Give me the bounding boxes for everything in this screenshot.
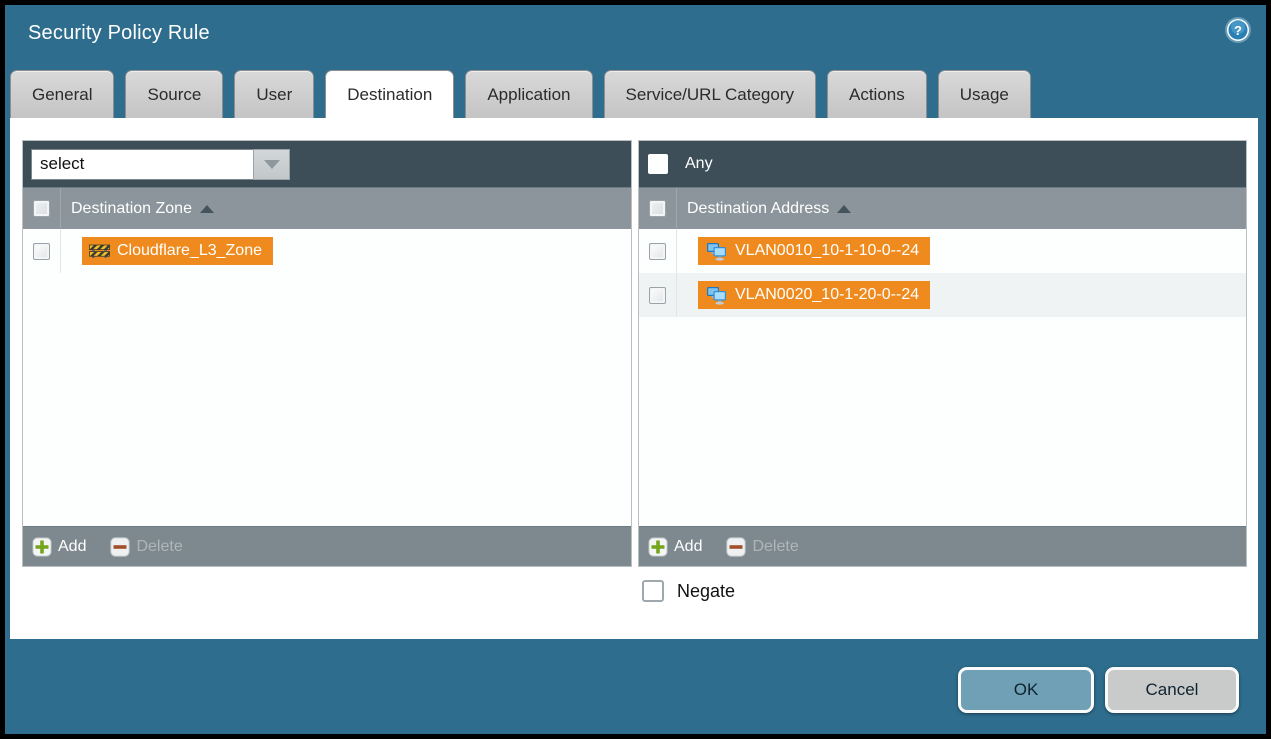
address-select-all-checkbox[interactable] [649, 200, 666, 217]
destination-zone-panel: Destination Zone [22, 140, 632, 567]
address-footer: Add Delete [639, 526, 1246, 566]
tab-general[interactable]: General [10, 70, 114, 118]
cancel-button[interactable]: Cancel [1105, 667, 1239, 713]
zone-item[interactable]: Cloudflare_L3_Zone [82, 237, 273, 265]
tab-usage[interactable]: Usage [938, 70, 1031, 118]
zone-footer: Add Delete [23, 526, 631, 566]
network-address-icon [705, 242, 728, 261]
delete-minus-icon [726, 537, 746, 557]
add-plus-icon [648, 537, 668, 557]
address-row-checkbox[interactable] [649, 287, 666, 304]
chevron-down-icon [264, 160, 280, 169]
add-plus-icon [32, 537, 52, 557]
zone-delete-button[interactable]: Delete [110, 537, 182, 557]
tab-actions[interactable]: Actions [827, 70, 927, 118]
negate-option: Negate [642, 580, 735, 602]
zone-item-label: Cloudflare_L3_Zone [117, 242, 262, 260]
tab-source[interactable]: Source [125, 70, 223, 118]
tab-application[interactable]: Application [465, 70, 592, 118]
destination-address-panel: Any Destination Address [638, 140, 1247, 567]
svg-text:?: ? [1234, 23, 1242, 38]
zone-select-input[interactable] [31, 149, 253, 180]
zone-column-title[interactable]: Destination Zone [71, 200, 214, 218]
zone-rows: Cloudflare_L3_Zone [23, 229, 631, 526]
tab-user[interactable]: User [234, 70, 314, 118]
address-delete-button[interactable]: Delete [726, 537, 798, 557]
help-icon[interactable]: ? [1224, 16, 1252, 44]
zone-select-dropdown-button[interactable] [253, 149, 290, 180]
address-item-label: VLAN0020_10-1-20-0--24 [735, 286, 919, 304]
negate-checkbox[interactable] [642, 580, 664, 602]
security-policy-rule-dialog: Security Policy Rule ? General Source Us… [5, 5, 1266, 734]
tab-strip: General Source User Destination Applicat… [10, 70, 1031, 118]
any-label: Any [685, 155, 713, 173]
sort-asc-icon [200, 205, 214, 213]
any-checkbox[interactable] [648, 154, 668, 174]
address-item[interactable]: VLAN0010_10-1-10-0--24 [698, 237, 930, 265]
address-item[interactable]: VLAN0020_10-1-20-0--24 [698, 281, 930, 309]
title-bar: Security Policy Rule ? [5, 5, 1266, 70]
network-address-icon [705, 286, 728, 305]
sort-asc-icon [837, 205, 851, 213]
address-item-label: VLAN0010_10-1-10-0--24 [735, 242, 919, 260]
zone-select-all-checkbox[interactable] [33, 200, 50, 217]
zone-toolbar [23, 141, 631, 187]
table-row: Cloudflare_L3_Zone [23, 229, 631, 273]
dialog-action-bar: OK Cancel [0, 634, 1271, 739]
destination-tab-content: Destination Zone [10, 118, 1258, 639]
dialog-title: Security Policy Rule [28, 22, 210, 45]
tab-service-url-category[interactable]: Service/URL Category [604, 70, 817, 118]
tab-destination[interactable]: Destination [325, 70, 454, 118]
zone-add-button[interactable]: Add [32, 537, 86, 557]
negate-label: Negate [677, 581, 735, 602]
zone-barrier-icon [89, 243, 110, 259]
address-add-button[interactable]: Add [648, 537, 702, 557]
zone-column-header: Destination Zone [23, 187, 631, 229]
address-toolbar: Any [639, 141, 1246, 187]
address-rows: VLAN0010_10-1-10-0--24 [639, 229, 1246, 526]
address-column-title[interactable]: Destination Address [687, 200, 851, 218]
address-column-header: Destination Address [639, 187, 1246, 229]
delete-minus-icon [110, 537, 130, 557]
address-row-checkbox[interactable] [649, 243, 666, 260]
ok-button[interactable]: OK [958, 667, 1094, 713]
zone-row-checkbox[interactable] [33, 243, 50, 260]
table-row: VLAN0020_10-1-20-0--24 [639, 273, 1246, 317]
table-row: VLAN0010_10-1-10-0--24 [639, 229, 1246, 273]
